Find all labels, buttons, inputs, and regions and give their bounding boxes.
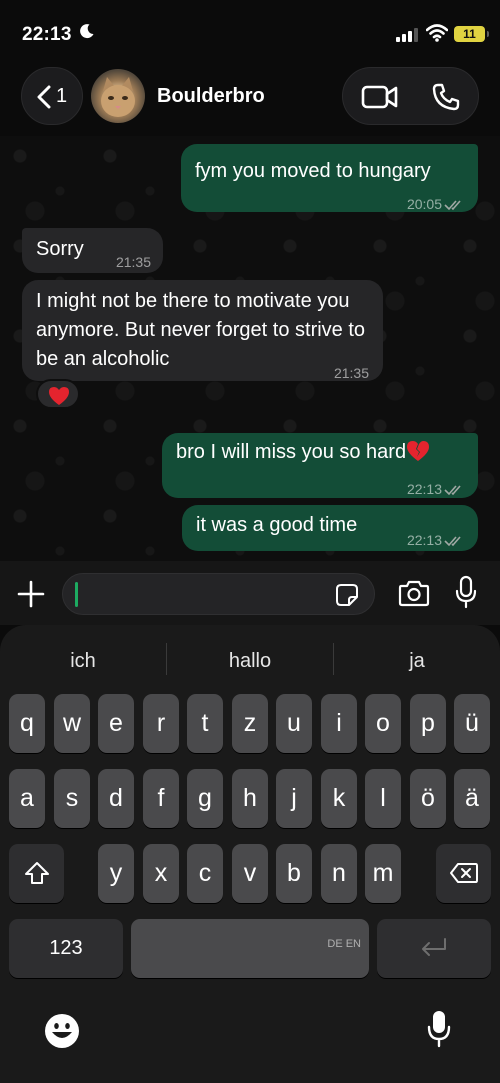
read-ticks-icon — [444, 536, 461, 547]
status-bar: 22:13 11 — [0, 0, 500, 64]
key[interactable]: f — [143, 769, 179, 828]
dictation-icon[interactable] — [426, 1009, 452, 1049]
key[interactable]: n — [321, 844, 357, 903]
contact-name[interactable]: Boulderbro — [157, 85, 265, 108]
key[interactable]: u — [276, 694, 312, 753]
call-actions — [342, 67, 479, 125]
key[interactable]: p — [410, 694, 446, 753]
key[interactable]: l — [365, 769, 401, 828]
signal-icon — [396, 28, 418, 42]
message-outgoing[interactable]: it was a good time 22:13 — [182, 505, 478, 551]
key[interactable]: x — [143, 844, 179, 903]
emoji-icon[interactable] — [44, 1013, 80, 1049]
key[interactable]: z — [232, 694, 268, 753]
key[interactable]: c — [187, 844, 223, 903]
message-outgoing[interactable]: fym you moved to hungary 20:05 — [181, 144, 478, 212]
cat-photo — [101, 77, 135, 117]
space-language-label: DE EN — [327, 938, 361, 950]
key[interactable]: v — [232, 844, 268, 903]
read-ticks-icon — [444, 200, 461, 211]
keyboard: ich hallo ja q w e r t z u i o p ü a s d… — [0, 625, 500, 1083]
text-caret — [75, 582, 78, 607]
chat-header: 1 Boulderbro — [0, 64, 500, 136]
message-time: 21:35 — [333, 365, 369, 381]
plus-icon[interactable] — [16, 579, 46, 609]
read-ticks-icon — [444, 485, 461, 496]
key[interactable]: d — [98, 769, 134, 828]
suggestion-3[interactable]: ja — [334, 641, 500, 681]
message-meta: 20:05 — [407, 190, 466, 219]
message-text: it was a good time — [196, 514, 358, 536]
key[interactable]: m — [365, 844, 401, 903]
key[interactable]: r — [143, 694, 179, 753]
sticker-icon[interactable] — [335, 583, 359, 607]
backspace-key[interactable] — [436, 844, 491, 903]
key[interactable]: j — [276, 769, 312, 828]
key[interactable]: s — [54, 769, 90, 828]
message-text: Sorry — [36, 238, 84, 260]
message-time: 22:13 — [406, 481, 442, 497]
backspace-icon — [449, 863, 478, 883]
message-incoming[interactable]: Sorry 21:35 — [22, 228, 163, 273]
chevron-left-icon — [37, 85, 51, 109]
key[interactable]: ö — [410, 769, 446, 828]
key[interactable]: h — [232, 769, 268, 828]
suggestion-2[interactable]: hallo — [167, 641, 333, 681]
message-time: 22:13 — [406, 532, 442, 548]
message-time: 20:05 — [406, 196, 442, 212]
avatar[interactable] — [91, 69, 145, 123]
microphone-icon[interactable] — [454, 575, 478, 609]
key[interactable]: y — [98, 844, 134, 903]
reaction-badge[interactable] — [36, 379, 80, 409]
shift-icon — [24, 862, 49, 884]
key[interactable]: a — [9, 769, 45, 828]
heart-icon — [49, 387, 69, 405]
key[interactable]: g — [187, 769, 223, 828]
video-call-icon[interactable] — [361, 84, 399, 110]
key[interactable]: i — [321, 694, 357, 753]
key[interactable]: o — [365, 694, 401, 753]
message-input[interactable] — [62, 573, 375, 615]
key[interactable]: w — [54, 694, 90, 753]
return-key[interactable] — [377, 919, 491, 978]
battery-indicator: 11 — [454, 26, 489, 42]
message-time: 21:35 — [115, 254, 151, 270]
wifi-icon — [426, 24, 448, 42]
return-icon — [422, 938, 446, 956]
composer-bar — [0, 561, 500, 625]
back-button[interactable]: 1 — [21, 67, 83, 125]
shift-key[interactable] — [9, 844, 64, 903]
key[interactable]: e — [98, 694, 134, 753]
space-key[interactable]: DE EN — [131, 919, 369, 978]
message-meta: 22:13 — [407, 475, 466, 504]
status-time: 22:13 — [22, 24, 72, 45]
key[interactable]: k — [321, 769, 357, 828]
broken-heart-icon — [407, 441, 430, 461]
key[interactable]: ü — [454, 694, 490, 753]
message-meta: 22:13 — [407, 526, 466, 555]
message-text-line: bro I will miss you so hard — [176, 438, 430, 467]
message-incoming[interactable]: I might not be there to motivate you any… — [22, 280, 383, 381]
key[interactable]: b — [276, 844, 312, 903]
message-text: bro I will miss you so hard — [176, 441, 407, 463]
chat-messages[interactable]: fym you moved to hungary 20:05 Sorry 21:… — [0, 136, 500, 561]
key[interactable]: ä — [454, 769, 490, 828]
moon-icon — [80, 24, 94, 39]
numbers-key[interactable]: 123 — [9, 919, 123, 978]
message-text: I might not be there to motivate you any… — [36, 290, 366, 370]
camera-icon[interactable] — [398, 579, 430, 607]
message-text: fym you moved to hungary — [195, 160, 431, 182]
phone-call-icon[interactable] — [431, 82, 461, 112]
suggestion-1[interactable]: ich — [0, 641, 166, 681]
message-outgoing[interactable]: bro I will miss you so hard 22:13 — [162, 433, 478, 498]
unread-count: 1 — [56, 85, 68, 107]
key[interactable]: q — [9, 694, 45, 753]
key[interactable]: t — [187, 694, 223, 753]
